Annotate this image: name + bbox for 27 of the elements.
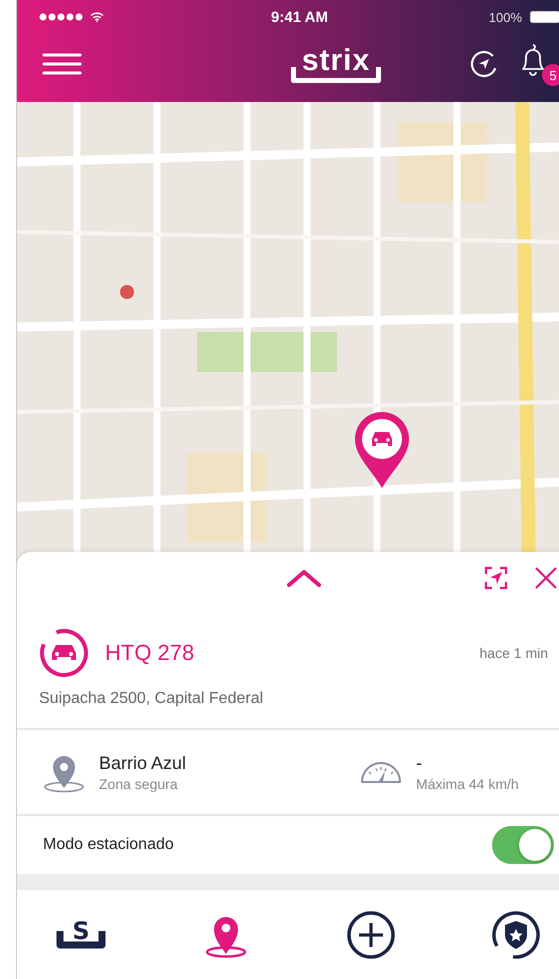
chevron-up-icon[interactable]	[286, 568, 322, 588]
battery-percent: 100%	[488, 10, 522, 24]
signal-icon	[39, 13, 83, 21]
car-pin-icon	[353, 410, 411, 490]
zone-caption: Zona segura	[99, 776, 179, 792]
car-icon	[39, 628, 89, 678]
notification-badge: 5	[542, 64, 559, 86]
battery-icon	[530, 11, 559, 23]
speedometer-icon	[360, 760, 402, 784]
close-icon[interactable]	[534, 566, 558, 590]
locate-icon[interactable]	[484, 566, 508, 590]
zone-name: Barrio Azul	[99, 752, 186, 774]
parking-mode-label: Modo estacionado	[43, 836, 174, 854]
add-icon[interactable]	[346, 910, 396, 960]
speed-limit: Máxima 44 km/h	[416, 776, 519, 792]
wifi-icon	[90, 12, 104, 22]
vehicle-address: Suipacha 2500, Capital Federal	[39, 690, 264, 708]
navigation-icon[interactable]	[470, 50, 498, 78]
update-time: hace 1 min	[480, 645, 548, 661]
menu-icon[interactable]	[42, 52, 82, 76]
brand-logo: strix	[291, 45, 381, 83]
parking-mode-switch[interactable]	[492, 826, 554, 864]
vehicle-plate: HTQ 278	[105, 640, 196, 666]
status-time: 9:41 AM	[271, 8, 328, 26]
home-tab[interactable]: S	[53, 906, 109, 962]
shield-icon[interactable]	[491, 910, 541, 960]
speed-value: -	[416, 752, 423, 774]
